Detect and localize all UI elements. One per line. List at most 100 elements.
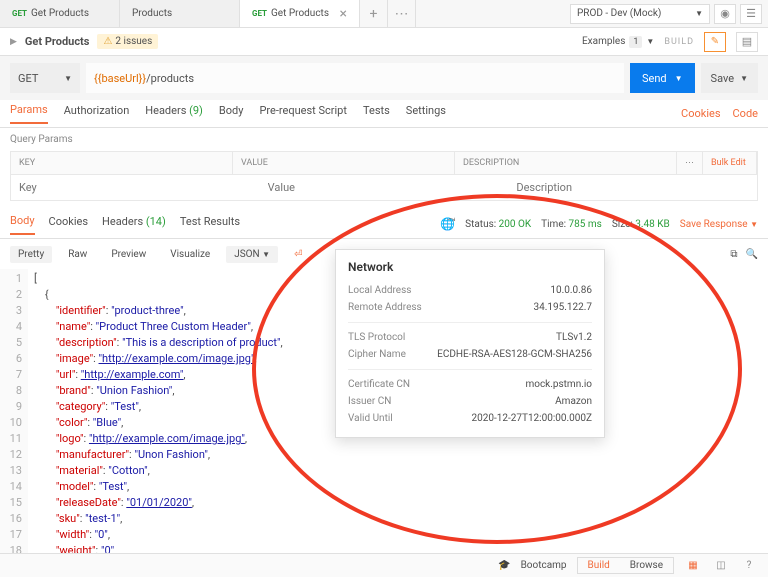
local-value: 10.0.0.86	[550, 285, 592, 296]
resp-tab-cookies[interactable]: Cookies	[49, 215, 88, 234]
pane-icon-2[interactable]: ◫	[712, 558, 730, 574]
headers-count: (9)	[189, 104, 203, 117]
environment-name: PROD - Dev (Mock)	[577, 8, 661, 19]
close-icon[interactable]: ×	[340, 6, 347, 22]
resp-headers-label: Headers	[102, 215, 143, 228]
examples-label: Examples	[582, 36, 625, 47]
network-title: Network	[348, 260, 592, 274]
query-params-title: Query Params	[0, 128, 768, 151]
network-tooltip: Network Local Address 10.0.0.86 Remote Ad…	[335, 249, 605, 438]
view-raw[interactable]: Raw	[60, 246, 95, 263]
save-response-dropdown[interactable]: Save Response ▼	[680, 219, 758, 230]
globe-icon[interactable]: 🌐⃕	[440, 217, 455, 232]
save-button[interactable]: Save ▼	[701, 63, 758, 93]
view-visualize[interactable]: Visualize	[162, 246, 218, 263]
tab-authorization[interactable]: Authorization	[64, 104, 130, 123]
issuer-label: Issuer CN	[348, 396, 391, 407]
build-label: BUILD	[664, 37, 694, 47]
params-table: KEY VALUE DESCRIPTION ⋯ Bulk Edit	[10, 151, 758, 201]
url-path: /products	[146, 72, 194, 85]
resp-tab-tests[interactable]: Test Results	[180, 215, 240, 234]
chevron-down-icon: ▼	[740, 74, 748, 83]
tab-get-products-active[interactable]: GET Get Products ×	[240, 0, 360, 27]
tls-value: TLSv1.2	[556, 332, 592, 343]
resp-tab-headers[interactable]: Headers (14)	[102, 215, 166, 234]
environment-area: PROD - Dev (Mock) ▼ ◉ ☰	[564, 0, 768, 27]
method-select[interactable]: GET▼	[10, 63, 80, 93]
time-text: Time: 785 ms	[541, 219, 602, 230]
col-key: KEY	[11, 152, 233, 174]
tab-label: Products	[132, 8, 172, 19]
mode-browse[interactable]: Browse	[620, 558, 673, 573]
value-input[interactable]	[260, 175, 509, 200]
key-input[interactable]	[11, 175, 260, 200]
tab-headers[interactable]: Headers (9)	[145, 104, 203, 123]
tab-label: Get Products	[271, 8, 329, 19]
format-select[interactable]: JSON ▼	[226, 246, 278, 263]
remote-label: Remote Address	[348, 302, 422, 313]
cert-value: mock.pstmn.io	[525, 379, 592, 390]
environment-select[interactable]: PROD - Dev (Mock) ▼	[570, 4, 710, 24]
valid-value: 2020-12-27T12:00:00.000Z	[471, 413, 592, 424]
chevron-down-icon: ▼	[695, 9, 703, 18]
col-description: DESCRIPTION	[455, 152, 677, 174]
examples-dropdown[interactable]: Examples1▼	[582, 36, 654, 48]
tab-products[interactable]: Products	[120, 0, 240, 27]
tls-label: TLS Protocol	[348, 332, 405, 343]
code-link[interactable]: Code	[733, 107, 758, 120]
tab-get-products-1[interactable]: GET Get Products	[0, 0, 120, 27]
wrap-icon[interactable]: ⏎	[286, 246, 310, 263]
help-icon[interactable]: ?	[740, 558, 758, 574]
request-tabs: Params Authorization Headers (9) Body Pr…	[0, 100, 768, 128]
col-value: VALUE	[233, 152, 455, 174]
comment-icon[interactable]: ▤	[736, 32, 758, 52]
valid-label: Valid Until	[348, 413, 393, 424]
send-button[interactable]: Send▼	[630, 63, 695, 93]
issuer-value: Amazon	[555, 396, 592, 407]
eye-icon[interactable]: ◉	[714, 4, 736, 24]
remote-value: 34.195.122.7	[534, 302, 593, 313]
cipher-label: Cipher Name	[348, 349, 406, 360]
url-variable: {{baseUrl}}	[94, 72, 146, 85]
tab-settings[interactable]: Settings	[406, 104, 446, 123]
mode-build[interactable]: Build	[578, 558, 620, 573]
chevron-down-icon: ▼	[64, 74, 72, 83]
method-label: GET	[252, 9, 267, 18]
issues-badge[interactable]: 2 issues	[97, 34, 158, 49]
description-input[interactable]	[508, 175, 757, 200]
url-input[interactable]: {{baseUrl}}/products	[86, 63, 624, 93]
method-label: GET	[12, 9, 27, 18]
footer: 🎓 Bootcamp Build Browse ▦ ◫ ?	[0, 553, 768, 577]
bootcamp-link[interactable]: Bootcamp	[521, 560, 567, 571]
col-options-icon[interactable]: ⋯	[677, 152, 703, 174]
tab-params[interactable]: Params	[10, 103, 48, 124]
bootcamp-icon[interactable]: 🎓	[498, 560, 510, 571]
more-tabs-button[interactable]: ⋯	[388, 0, 416, 27]
tab-tests[interactable]: Tests	[363, 104, 390, 123]
view-pretty[interactable]: Pretty	[10, 246, 52, 263]
cookies-link[interactable]: Cookies	[681, 107, 720, 120]
request-name: Get Products	[25, 35, 90, 48]
bulk-edit-link[interactable]: Bulk Edit	[703, 152, 757, 174]
send-label: Send	[642, 72, 667, 85]
tab-label: Get Products	[31, 8, 89, 19]
add-tab-button[interactable]: +	[360, 0, 388, 27]
response-tabs: Body Cookies Headers (14) Test Results 🌐…	[0, 211, 768, 239]
local-label: Local Address	[348, 285, 411, 296]
tab-body[interactable]: Body	[219, 104, 244, 123]
expand-icon[interactable]: ▶	[10, 37, 17, 47]
resp-headers-count: (14)	[146, 215, 166, 228]
resp-tab-body[interactable]: Body	[10, 214, 35, 235]
pane-icon-1[interactable]: ▦	[684, 558, 702, 574]
view-preview[interactable]: Preview	[103, 246, 154, 263]
edit-icon[interactable]: ✎	[704, 32, 726, 52]
headers-label: Headers	[145, 104, 186, 117]
settings-icon[interactable]: ☰	[740, 4, 762, 24]
search-icon[interactable]: 🔍	[746, 249, 758, 260]
copy-icon[interactable]: ⧉	[730, 249, 737, 260]
chevron-down-icon: ▼	[646, 37, 654, 46]
save-label: Save	[711, 72, 735, 85]
status-text: Status: 200 OK	[465, 219, 531, 230]
url-bar: GET▼ {{baseUrl}}/products Send▼ Save▼	[0, 56, 768, 100]
tab-prerequest[interactable]: Pre-request Script	[259, 104, 347, 123]
